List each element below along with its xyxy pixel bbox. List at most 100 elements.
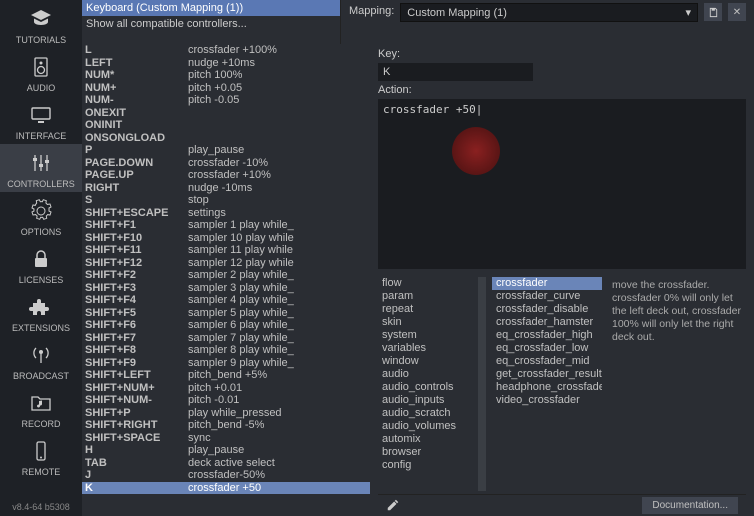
key-row[interactable]: SHIFT+SPACEsync bbox=[82, 432, 370, 445]
key-row[interactable]: ONEXIT bbox=[82, 107, 370, 120]
nav-audio[interactable]: AUDIO bbox=[0, 48, 82, 96]
key-row[interactable]: SHIFT+F7sampler 7 play while_ bbox=[82, 332, 370, 345]
device-selected[interactable]: Keyboard (Custom Mapping (1)) bbox=[82, 0, 340, 16]
key-row[interactable]: NUM-pitch -0.05 bbox=[82, 94, 370, 107]
category-item[interactable]: automix bbox=[378, 433, 472, 446]
key-row[interactable]: Jcrossfader-50% bbox=[82, 469, 370, 482]
mapping-dropdown[interactable]: Custom Mapping (1) ▾ bbox=[400, 3, 698, 22]
category-item[interactable]: repeat bbox=[378, 303, 472, 316]
bottom-bar: Documentation... bbox=[378, 494, 746, 516]
key-row[interactable]: SHIFT+F6sampler 6 play while_ bbox=[82, 319, 370, 332]
nav-broadcast[interactable]: BROADCAST bbox=[0, 336, 82, 384]
scrollbar[interactable] bbox=[478, 277, 486, 491]
nav-remote[interactable]: REMOTE bbox=[0, 432, 82, 480]
mapping-label: Mapping: bbox=[349, 3, 394, 17]
verb-item[interactable]: crossfader_hamster bbox=[492, 316, 602, 329]
category-item[interactable]: config bbox=[378, 459, 472, 472]
verb-list[interactable]: crossfadercrossfader_curvecrossfader_dis… bbox=[492, 277, 602, 491]
monitor-icon bbox=[25, 101, 57, 129]
category-item[interactable]: audio_volumes bbox=[378, 420, 472, 433]
nav-licenses[interactable]: LICENSES bbox=[0, 240, 82, 288]
verb-item[interactable]: video_crossfader bbox=[492, 394, 602, 407]
nav-controllers[interactable]: CONTROLLERS bbox=[0, 144, 82, 192]
key-row[interactable]: SHIFT+F4sampler 4 play while_ bbox=[82, 294, 370, 307]
nav-extensions[interactable]: EXTENSIONS bbox=[0, 288, 82, 336]
key-label: Key: bbox=[378, 48, 746, 60]
nav-options[interactable]: OPTIONS bbox=[0, 192, 82, 240]
help-text: move the crossfader. crossfader 0% will … bbox=[608, 277, 746, 491]
key-row[interactable]: SHIFT+F1sampler 1 play while_ bbox=[82, 219, 370, 232]
key-binding-list[interactable]: Lcrossfader +100%LEFTnudge +10msNUM*pitc… bbox=[82, 44, 370, 516]
category-item[interactable]: audio_inputs bbox=[378, 394, 472, 407]
key-row[interactable]: Kcrossfader +50 bbox=[82, 482, 370, 495]
key-row[interactable]: Sstop bbox=[82, 194, 370, 207]
edit-icon[interactable] bbox=[386, 498, 402, 514]
device-list[interactable]: Keyboard (Custom Mapping (1)) Show all c… bbox=[82, 0, 341, 44]
settings-sidebar: TUTORIALS AUDIO INTERFACE CONTROLLERS OP… bbox=[0, 0, 82, 516]
key-row[interactable]: SHIFT+F3sampler 3 play while_ bbox=[82, 282, 370, 295]
key-row[interactable]: SHIFT+F2sampler 2 play while_ bbox=[82, 269, 370, 282]
key-input[interactable] bbox=[378, 63, 533, 81]
key-row[interactable]: ONINIT bbox=[82, 119, 370, 132]
verb-item[interactable]: get_crossfader_result bbox=[492, 368, 602, 381]
key-row[interactable]: TABdeck active select bbox=[82, 457, 370, 470]
key-row[interactable]: NUM*pitch 100% bbox=[82, 69, 370, 82]
key-row[interactable]: SHIFT+F8sampler 8 play while_ bbox=[82, 344, 370, 357]
category-item[interactable]: variables bbox=[378, 342, 472, 355]
key-row[interactable]: NUM+pitch +0.05 bbox=[82, 82, 370, 95]
action-label: Action: bbox=[378, 84, 746, 96]
phone-icon bbox=[25, 437, 57, 465]
category-item[interactable]: window bbox=[378, 355, 472, 368]
verb-item[interactable]: crossfader_curve bbox=[492, 290, 602, 303]
editor-pane: Key: Action: flowparamrepeatskinsystemva… bbox=[370, 44, 754, 516]
nav-tutorials[interactable]: TUTORIALS bbox=[0, 0, 82, 48]
category-item[interactable]: browser bbox=[378, 446, 472, 459]
action-wrapper bbox=[378, 99, 746, 272]
key-row[interactable]: SHIFT+NUM-pitch -0.01 bbox=[82, 394, 370, 407]
verb-item[interactable]: eq_crossfader_high bbox=[492, 329, 602, 342]
key-row[interactable]: SHIFT+F9sampler 9 play while_ bbox=[82, 357, 370, 370]
key-row[interactable]: SHIFT+ESCAPEsettings bbox=[82, 207, 370, 220]
content-area: Lcrossfader +100%LEFTnudge +10msNUM*pitc… bbox=[82, 44, 754, 516]
category-list[interactable]: flowparamrepeatskinsystemvariableswindow… bbox=[378, 277, 472, 491]
verb-item[interactable]: eq_crossfader_low bbox=[492, 342, 602, 355]
key-row[interactable]: Lcrossfader +100% bbox=[82, 44, 370, 57]
category-item[interactable]: audio bbox=[378, 368, 472, 381]
key-row[interactable]: RIGHTnudge -10ms bbox=[82, 182, 370, 195]
verb-item[interactable]: crossfader_disable bbox=[492, 303, 602, 316]
category-item[interactable]: system bbox=[378, 329, 472, 342]
key-row[interactable]: SHIFT+LEFTpitch_bend +5% bbox=[82, 369, 370, 382]
puzzle-icon bbox=[25, 293, 57, 321]
documentation-button[interactable]: Documentation... bbox=[642, 497, 738, 514]
verb-item[interactable]: crossfader bbox=[492, 277, 602, 290]
key-row[interactable]: SHIFT+F11sampler 11 play while bbox=[82, 244, 370, 257]
key-row[interactable]: ONSONGLOAD bbox=[82, 132, 370, 145]
key-row[interactable]: SHIFT+RIGHTpitch_bend -5% bbox=[82, 419, 370, 432]
category-item[interactable]: audio_scratch bbox=[378, 407, 472, 420]
verb-item[interactable]: eq_crossfader_mid bbox=[492, 355, 602, 368]
category-item[interactable]: skin bbox=[378, 316, 472, 329]
key-row[interactable]: LEFTnudge +10ms bbox=[82, 57, 370, 70]
key-row[interactable]: PAGE.DOWNcrossfader -10% bbox=[82, 157, 370, 170]
key-row[interactable]: SHIFT+F5sampler 5 play while_ bbox=[82, 307, 370, 320]
action-input[interactable] bbox=[378, 99, 746, 269]
nav-interface[interactable]: INTERFACE bbox=[0, 96, 82, 144]
key-row[interactable]: PAGE.UPcrossfader +10% bbox=[82, 169, 370, 182]
save-mapping-button[interactable] bbox=[704, 3, 722, 21]
antenna-icon bbox=[25, 341, 57, 369]
main-panel: Keyboard (Custom Mapping (1)) Show all c… bbox=[82, 0, 754, 516]
category-item[interactable]: audio_controls bbox=[378, 381, 472, 394]
key-row[interactable]: SHIFT+NUM+pitch +0.01 bbox=[82, 382, 370, 395]
close-mapping-button[interactable]: ✕ bbox=[728, 3, 746, 21]
verb-item[interactable]: headphone_crossfade bbox=[492, 381, 602, 394]
key-row[interactable]: SHIFT+F10sampler 10 play while bbox=[82, 232, 370, 245]
key-row[interactable]: SHIFT+Pplay while_pressed bbox=[82, 407, 370, 420]
device-show-all[interactable]: Show all compatible controllers... bbox=[82, 16, 340, 32]
nav-record[interactable]: RECORD bbox=[0, 384, 82, 432]
key-row[interactable]: Hplay_pause bbox=[82, 444, 370, 457]
key-row[interactable]: SHIFT+F12sampler 12 play while bbox=[82, 257, 370, 270]
speaker-icon bbox=[25, 53, 57, 81]
category-item[interactable]: param bbox=[378, 290, 472, 303]
key-row[interactable]: Pplay_pause bbox=[82, 144, 370, 157]
category-item[interactable]: flow bbox=[378, 277, 472, 290]
